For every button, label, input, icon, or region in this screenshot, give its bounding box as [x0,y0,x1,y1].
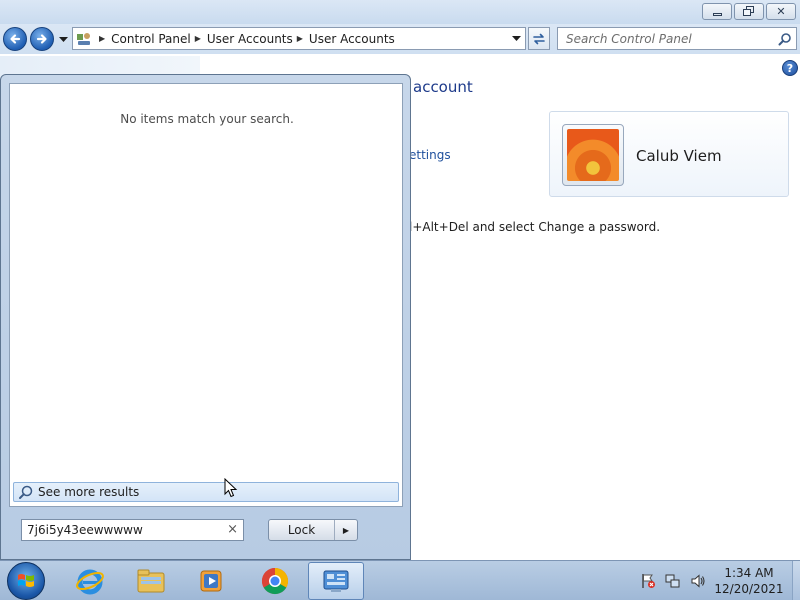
show-desktop-button[interactable] [792,561,800,600]
breadcrumb-arrow-icon[interactable]: ▶ [195,34,201,43]
search-icon [19,485,33,499]
address-dropdown-button[interactable] [507,28,525,49]
breadcrumb-control-panel[interactable]: Control Panel [111,32,191,46]
taskbar-internet-explorer[interactable] [62,562,118,600]
title-bar: ✕ [0,0,800,24]
taskbar-windows-explorer[interactable] [123,562,179,600]
see-more-results-button[interactable]: See more results [13,482,399,502]
clear-search-icon[interactable]: × [227,522,238,537]
settings-link[interactable]: ettings [409,148,451,162]
media-player-icon [200,570,222,592]
shutdown-options-arrow-icon[interactable]: ▶ [335,520,357,540]
internet-explorer-icon [76,569,104,595]
mouse-cursor-icon [224,478,238,498]
taskbar-chrome[interactable] [247,562,303,600]
close-icon: ✕ [776,5,786,18]
start-button[interactable] [7,562,45,600]
action-center-flag-icon[interactable] [640,573,656,589]
back-arrow-icon [10,34,21,44]
chevron-down-icon [511,35,521,41]
control-panel-icon [73,28,95,49]
breadcrumb-user-accounts-current[interactable]: User Accounts [309,32,395,46]
start-search-box[interactable]: × [21,519,244,541]
forward-button[interactable] [30,27,54,51]
search-control-panel-box[interactable] [557,27,797,50]
search-icon[interactable] [778,32,792,46]
minimize-button[interactable] [702,3,732,20]
network-icon[interactable] [665,573,681,589]
help-button[interactable]: ? [782,60,798,76]
flower-picture-icon [567,129,619,181]
search-input[interactable] [558,28,772,49]
minimize-icon [712,13,722,16]
user-account-card: Calub Viem [549,111,789,197]
breadcrumb-user-accounts[interactable]: User Accounts [207,32,293,46]
no-results-message: No items match your search. [120,112,294,126]
volume-icon[interactable] [690,573,706,589]
user-name: Calub Viem [636,147,722,165]
taskbar-control-panel[interactable] [308,562,364,600]
password-instruction-text: l+Alt+Del and select Change a password. [409,220,661,234]
taskbar-media-player[interactable] [183,562,239,600]
forward-arrow-icon [36,34,47,44]
start-search-input[interactable] [22,520,222,540]
close-button[interactable]: ✕ [766,3,796,20]
clock-time: 1:34 AM [724,566,774,580]
address-bar[interactable]: ▶ Control Panel ▶ User Accounts ▶ User A… [72,27,526,50]
system-clock[interactable]: 1:34 AM 12/20/2021 [712,565,786,597]
start-menu-results-pane: No items match your search. [9,83,403,507]
notification-area [640,571,715,591]
clock-date: 12/20/2021 [714,582,784,596]
breadcrumb-arrow-icon[interactable]: ▶ [99,34,105,43]
windows-explorer-icon [137,569,165,593]
user-picture[interactable] [562,124,624,186]
lock-button-group: Lock ▶ [268,519,358,541]
see-more-results-label: See more results [38,485,140,499]
back-button[interactable] [3,27,27,51]
control-panel-icon [323,570,349,592]
navigation-bar: ▶ Control Panel ▶ User Accounts ▶ User A… [0,24,800,54]
taskbar: 1:34 AM 12/20/2021 [0,560,800,600]
recent-pages-button[interactable] [57,34,69,46]
chevron-down-icon [58,37,68,42]
restore-icon [743,6,754,16]
breadcrumb-arrow-icon[interactable]: ▶ [297,34,303,43]
page-title: account [413,78,473,96]
chrome-icon [261,567,289,595]
windows-logo-icon [18,574,34,587]
restore-button[interactable] [734,3,764,20]
start-menu: No items match your search. See more res… [0,74,411,560]
lock-button[interactable]: Lock [269,520,335,540]
refresh-icon [533,33,545,44]
refresh-button[interactable] [528,27,550,50]
